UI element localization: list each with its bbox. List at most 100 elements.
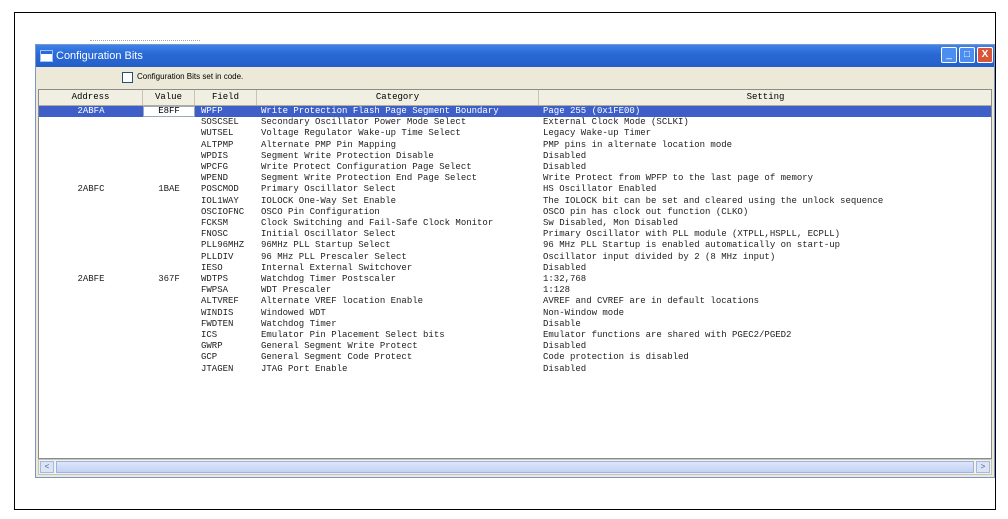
cell-field: IOL1WAY (201, 195, 239, 206)
table-row[interactable]: FNOSC Initial Oscillator Select Primary Os… (39, 229, 991, 240)
cell-setting: HS Oscillator Enabled (543, 184, 657, 195)
cell-category: Watchdog Timer (261, 318, 337, 329)
horizontal-scrollbar[interactable]: < > (38, 459, 992, 475)
cell-category: Alternate PMP Pin Mapping (261, 139, 397, 150)
cell-setting: External Clock Mode (SCLKI) (543, 117, 689, 128)
table-row[interactable]: IESO Internal External Switchover Disabled (39, 263, 991, 274)
table-row[interactable]: 2ABFC 1BAE POSCMOD Primary Oscillator Selec… (39, 184, 991, 195)
maximize-button[interactable]: □ (959, 47, 975, 63)
cell-category: Voltage Regulator Wake-up Time Select (261, 128, 461, 139)
table-row[interactable]: PLL96MHZ 96MHz PLL Startup Select 96 MHz P… (39, 240, 991, 251)
column-header-address[interactable]: Address (39, 90, 143, 105)
table-row[interactable]: WINDIS Windowed WDT Non-Window mode (39, 308, 991, 319)
cell-field: FCKSM (201, 218, 229, 228)
close-button[interactable]: X (977, 47, 993, 63)
scroll-thumb[interactable] (56, 461, 974, 473)
cell-setting: Disabled (543, 341, 587, 352)
cell-field: PLL96MHZ (201, 240, 245, 251)
cell-field: JTAGEN (201, 363, 234, 374)
cell-setting: 1:32,768 (543, 274, 587, 284)
options-bar: Configuration Bits set in code. (36, 67, 994, 87)
table-row[interactable]: ICS Emulator Pin Placement Select bits Emu… (39, 330, 991, 341)
cell-value: 1BAE (158, 184, 180, 195)
table-row[interactable]: WPDIS Segment Write Protection Disable Dis… (39, 151, 991, 162)
cell-setting: Emulator functions are shared with PGEC2… (543, 330, 792, 340)
table-row[interactable]: PLLDIV 96 MHz PLL Prescaler Select Oscilla… (39, 252, 991, 263)
table-row[interactable]: 2ABFE 367F WDTPS Watchdog Timer Postscaler 1… (39, 274, 991, 285)
cell-category: Initial Oscillator Select (261, 229, 397, 240)
cell-field: FNOSC (201, 229, 229, 240)
column-header-value[interactable]: Value (143, 90, 195, 105)
window-icon (40, 50, 53, 62)
cell-field: SOSCSEL (201, 117, 239, 128)
cell-setting: OSCO pin has clock out function (CLKO) (543, 206, 749, 217)
cell-field: WPCFG (201, 162, 229, 172)
cell-category: Write Protection Flash Page Segment Boun… (261, 106, 499, 116)
cell-category: WDT Prescaler (261, 285, 332, 296)
cell-field: FWPSA (201, 285, 229, 296)
table-row[interactable]: FWPSA WDT Prescaler 1:128 (39, 285, 991, 296)
cell-category: IOLOCK One-Way Set Enable (261, 195, 397, 206)
table-row[interactable]: JTAGEN JTAG Port Enable Disabled (39, 364, 991, 375)
cell-field: WUTSEL (201, 128, 234, 139)
table-row[interactable]: 2ABFA E8FF WPFP Write Protection Flash Page… (39, 106, 991, 117)
column-header-setting[interactable]: Setting (539, 90, 991, 105)
cell-category: Emulator Pin Placement Select bits (261, 330, 445, 340)
cell-category: Alternate VREF location Enable (261, 296, 424, 307)
cell-setting: Primary Oscillator with PLL module (XTPL… (543, 229, 841, 240)
value-edit-box[interactable]: E8FF (143, 106, 195, 117)
cell-setting: Sw Disabled, Mon Disabled (543, 218, 679, 228)
window-title: Configuration Bits (56, 50, 143, 62)
cell-setting: Legacy Wake-up Timer (543, 128, 652, 139)
title-bar[interactable]: Configuration Bits _ □ X (36, 45, 994, 67)
table-row[interactable]: ALTPMP Alternate PMP Pin Mapping PMP pins … (39, 140, 991, 151)
table-row[interactable]: OSCIOFNC OSCO Pin Configuration OSCO pin h… (39, 207, 991, 218)
cell-category: Primary Oscillator Select (261, 184, 397, 195)
cell-address: 2ABFA (77, 106, 105, 116)
cell-field: WPDIS (201, 150, 229, 161)
table-row[interactable]: ALTVREF Alternate VREF location Enable AVR… (39, 296, 991, 307)
cell-value: 367F (158, 274, 180, 284)
cell-field: WPEND (201, 173, 229, 184)
scroll-left-button[interactable]: < (40, 461, 54, 473)
cell-setting: Disabled (543, 262, 587, 273)
configuration-bits-window: Configuration Bits _ □ X Configuration B… (35, 44, 995, 478)
config-in-code-checkbox[interactable] (122, 72, 133, 83)
cell-field: ALTPMP (201, 139, 234, 150)
column-header-field[interactable]: Field (195, 90, 257, 105)
minimize-button[interactable]: _ (941, 47, 957, 63)
cell-field: IESO (201, 262, 223, 273)
column-header-category[interactable]: Category (257, 90, 539, 105)
table-row[interactable]: WPCFG Write Protect Configuration Page Se… (39, 162, 991, 173)
table-row[interactable]: WUTSEL Voltage Regulator Wake-up Time Sel… (39, 128, 991, 139)
cell-field: POSCMOD (201, 184, 239, 195)
cell-setting: PMP pins in alternate location mode (543, 139, 733, 150)
toolbar-remnant (90, 40, 200, 43)
cell-category: Segment Write Protection End Page Select (261, 173, 478, 184)
cell-field: ICS (201, 330, 218, 340)
table-row[interactable]: IOL1WAY IOLOCK One-Way Set Enable The IOLO… (39, 196, 991, 207)
cell-category: Watchdog Timer Postscaler (261, 274, 397, 284)
cell-category: Secondary Oscillator Power Mode Select (261, 117, 467, 128)
cell-setting: AVREF and CVREF are in default locations (543, 296, 760, 307)
table-row[interactable]: GCP General Segment Code Protect Code prot… (39, 352, 991, 363)
cell-setting: Write Protect from WPFP to the last page… (543, 173, 814, 184)
table-row[interactable]: GWRP General Segment Write Protect Disable… (39, 341, 991, 352)
cell-field: ALTVREF (201, 296, 239, 307)
table-row[interactable]: WPEND Segment Write Protection End Page S… (39, 173, 991, 184)
cell-category: Clock Switching and Fail-Safe Clock Moni… (261, 218, 494, 228)
cell-category: Write Protect Configuration Page Select (261, 162, 472, 172)
cell-field: WPFP (201, 106, 223, 116)
cell-setting: Code protection is disabled (543, 352, 689, 363)
scroll-right-button[interactable]: > (976, 461, 990, 473)
cell-field: WINDIS (201, 307, 234, 318)
cell-field: OSCIOFNC (201, 206, 245, 217)
table-row[interactable]: FCKSM Clock Switching and Fail-Safe Clock… (39, 218, 991, 229)
cell-category: General Segment Code Protect (261, 352, 413, 363)
cell-category: OSCO Pin Configuration (261, 206, 380, 217)
cell-setting: Disabled (543, 363, 587, 374)
cell-field: GWRP (201, 341, 223, 352)
table-row[interactable]: SOSCSEL Secondary Oscillator Power Mode S… (39, 117, 991, 128)
cell-category: JTAG Port Enable (261, 363, 348, 374)
table-row[interactable]: FWDTEN Watchdog Timer Disable (39, 319, 991, 330)
